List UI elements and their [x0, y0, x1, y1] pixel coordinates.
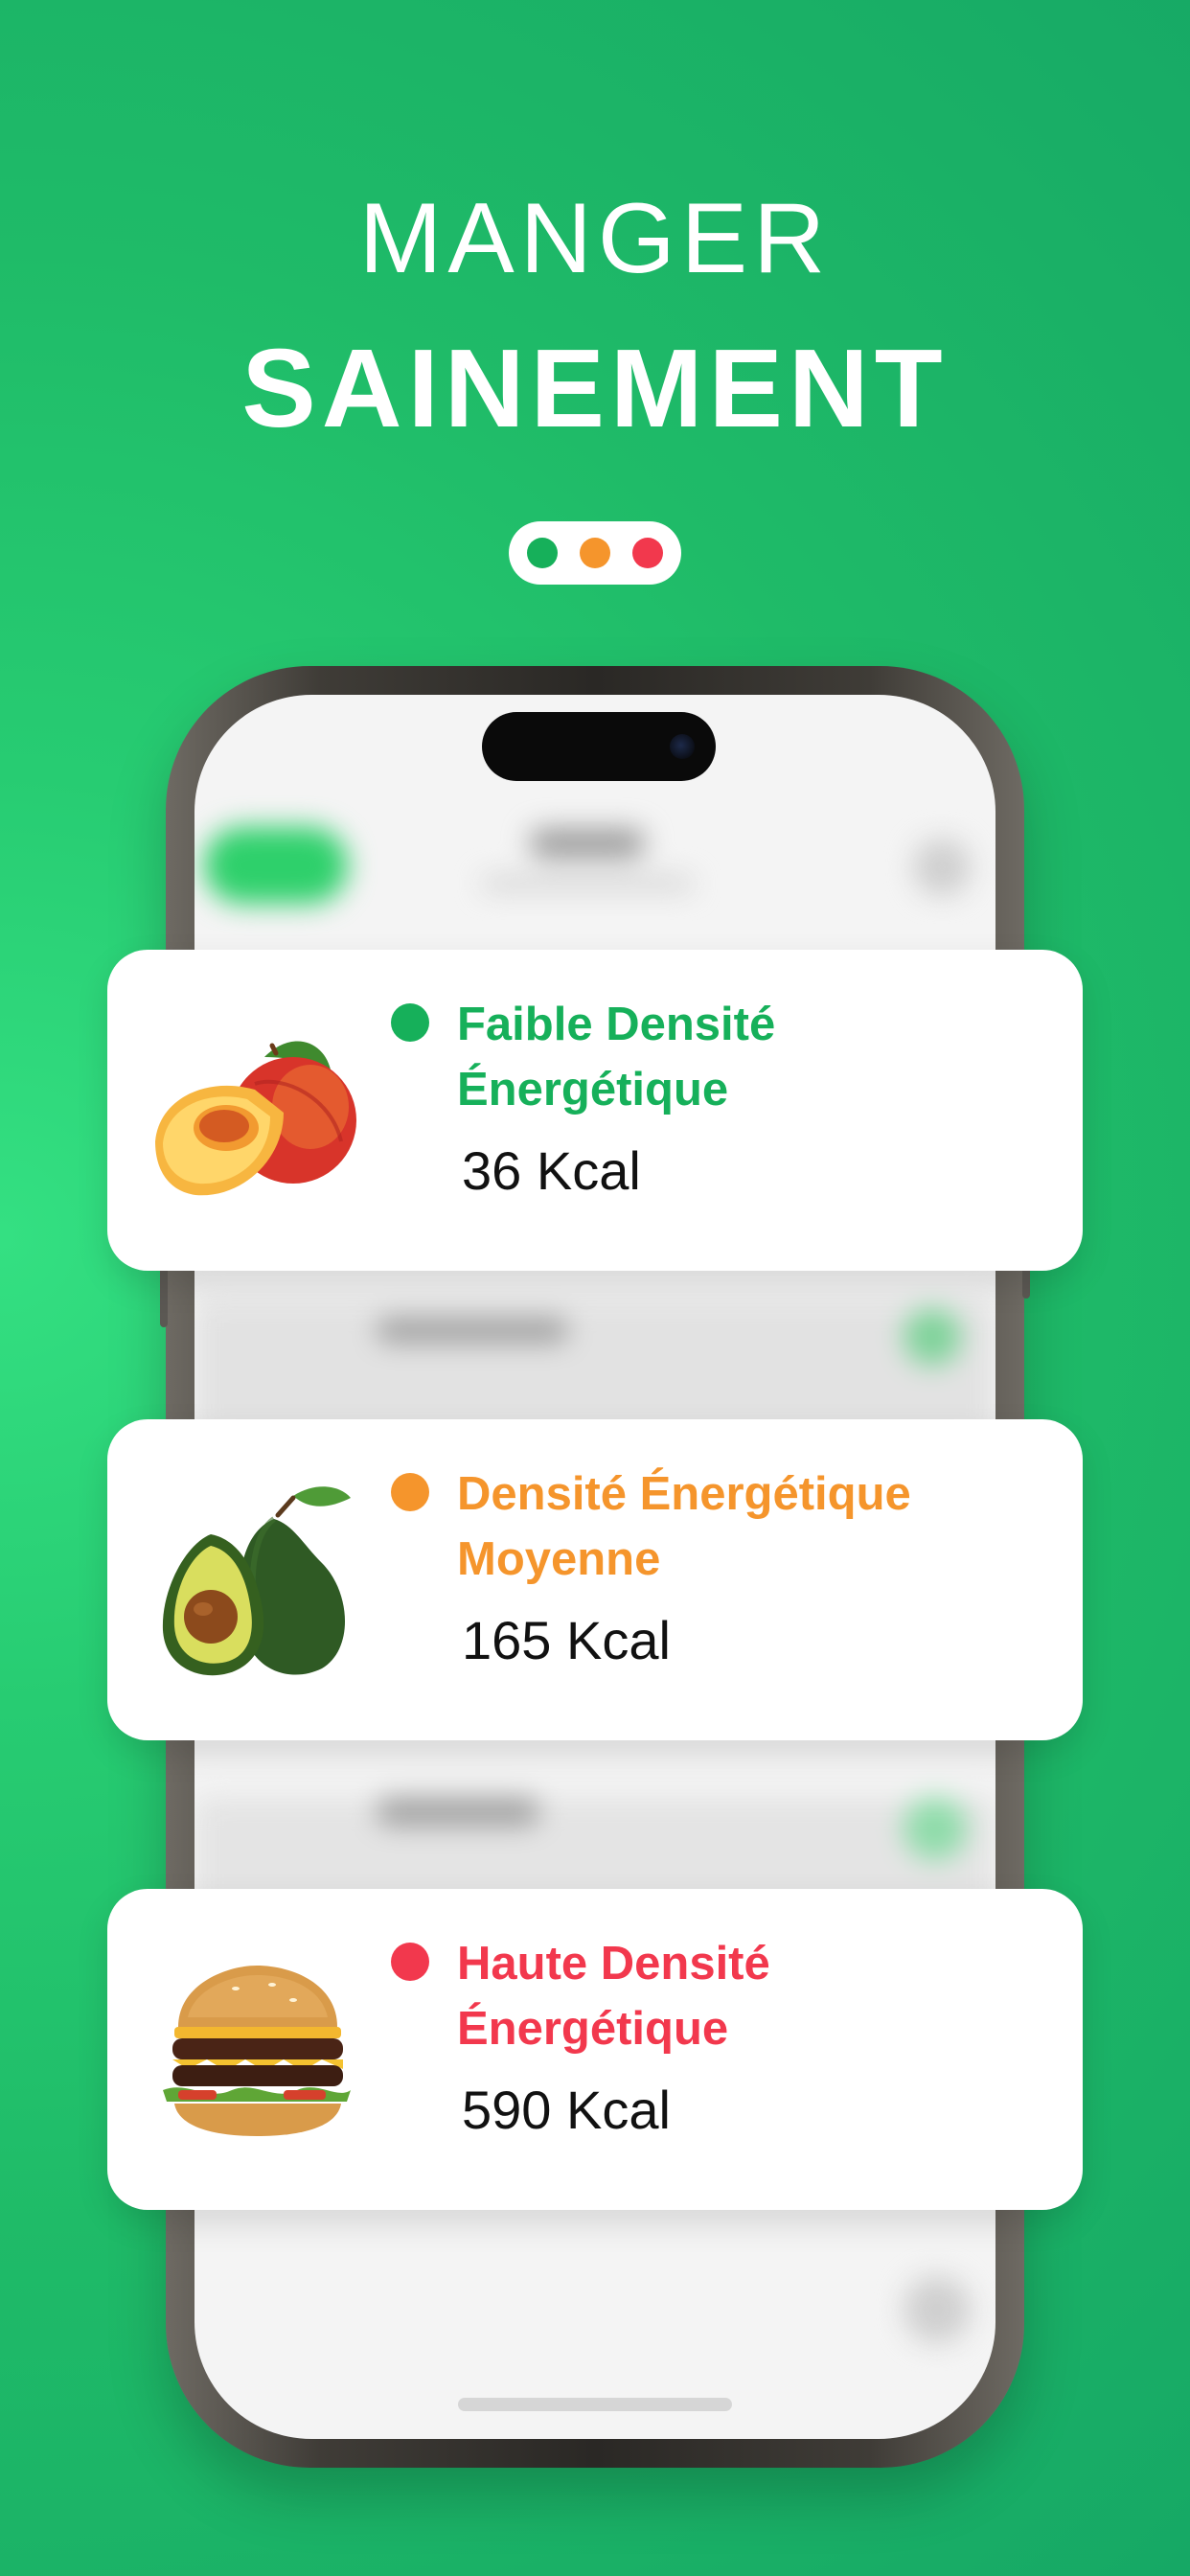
burger-image: [163, 1966, 351, 2136]
blurred-row-text: [377, 1797, 539, 1826]
blurred-row-toggle: [904, 1797, 967, 1860]
card-category-label: Densité Énergétique Moyenne: [457, 1461, 1051, 1592]
low-density-dot: [391, 1003, 429, 1042]
headline-manger: MANGER: [358, 183, 832, 294]
card-kcal-value: 590 Kcal: [462, 2080, 671, 2140]
card-kcal-value: 36 Kcal: [462, 1140, 641, 1201]
blurred-row-toggle: [904, 1308, 961, 1366]
traffic-light-indicator: [509, 521, 681, 585]
headline-sainement: SAINEMENT: [241, 326, 949, 450]
food-card-low-density: Faible Densité Énergétique 36 Kcal: [107, 950, 1083, 1271]
card-category-line2: Moyenne: [457, 1533, 661, 1585]
green-dot: [527, 538, 558, 568]
high-density-dot: [391, 1943, 429, 1981]
home-indicator: [458, 2398, 732, 2411]
blurred-row-text: [377, 1318, 568, 1343]
food-card-high-density: Haute Densité Énergétique 590 Kcal: [107, 1889, 1083, 2210]
dynamic-island: [482, 712, 716, 781]
blurred-header-title: [530, 829, 645, 858]
medium-density-dot: [391, 1473, 429, 1511]
card-category-line1: Haute Densité: [457, 1938, 770, 1990]
blurred-header-pill: [204, 827, 348, 904]
card-category-line1: Faible Densité: [457, 999, 776, 1050]
avocado-image: [162, 1486, 351, 1676]
peach-image: [155, 1041, 356, 1196]
front-camera-icon: [670, 734, 695, 759]
blurred-header-subtitle: [482, 877, 693, 890]
card-category-line2: Énergétique: [457, 1064, 729, 1116]
red-dot: [632, 538, 663, 568]
card-kcal-value: 165 Kcal: [462, 1610, 671, 1670]
orange-dot: [580, 538, 610, 568]
card-category-label: Faible Densité Énergétique: [457, 992, 1051, 1122]
card-category-line1: Densité Énergétique: [457, 1468, 911, 1520]
blurred-header-button: [913, 839, 971, 896]
card-category-label: Haute Densité Énergétique: [457, 1931, 1051, 2061]
blurred-bottom-button: [904, 2276, 971, 2343]
food-card-medium-density: Densité Énergétique Moyenne 165 Kcal: [107, 1419, 1083, 1740]
card-category-line2: Énergétique: [457, 2003, 729, 2055]
